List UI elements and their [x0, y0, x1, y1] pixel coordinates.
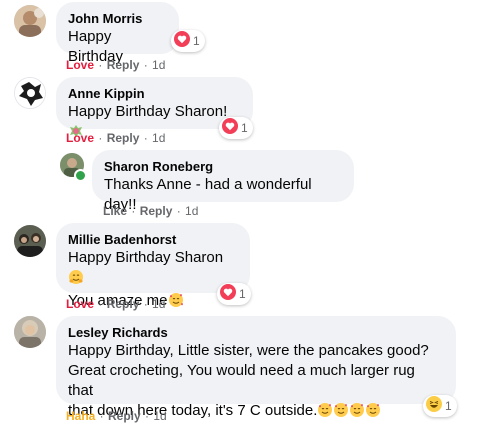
comment-bubble: John Morris Happy Birthday [56, 2, 179, 65]
avatar[interactable] [14, 225, 46, 257]
hugging-face-emoji [68, 269, 84, 291]
comment-text: Great crocheting, You would need a much … [68, 362, 415, 399]
comment-bubble: Sharon Roneberg Thanks Anne - had a wond… [92, 150, 354, 213]
comment-actions: Haha · Reply · 1d [66, 409, 167, 423]
smiling-face-with-hearts-emoji [365, 402, 381, 424]
love-action[interactable]: Love [66, 297, 94, 311]
avatar[interactable] [14, 77, 46, 109]
reaction-count: 1 [445, 399, 452, 413]
smiling-face-with-hearts-emoji [168, 292, 184, 314]
reaction-count: 1 [193, 34, 200, 48]
comment-bubble: Millie Badenhorst Happy Birthday Sharon … [56, 223, 250, 309]
smiling-face-with-hearts-emoji [333, 402, 349, 424]
timestamp[interactable]: 1d [152, 297, 165, 311]
love-action[interactable]: Love [66, 58, 94, 72]
love-action[interactable]: Love [66, 131, 94, 145]
reaction-summary[interactable]: 1 [171, 30, 205, 52]
reaction-summary[interactable]: 1 [219, 117, 253, 139]
reaction-count: 1 [239, 287, 246, 301]
avatar[interactable] [14, 316, 46, 348]
reply-link[interactable]: Reply [107, 131, 140, 145]
love-reaction-icon [220, 283, 236, 305]
comment-author[interactable]: Millie Badenhorst [68, 231, 238, 248]
timestamp[interactable]: 1d [152, 58, 165, 72]
avatar[interactable] [14, 5, 46, 37]
online-status-indicator [74, 169, 87, 182]
timestamp[interactable]: 1d [153, 409, 166, 423]
comment-actions: Love · Reply · 1d [66, 297, 166, 311]
comment-text-line: Happy Birthday Sharon [68, 248, 238, 291]
comment-author[interactable]: Sharon Roneberg [104, 158, 342, 175]
comment-actions: Love · Reply · 1d [66, 58, 166, 72]
reply-link[interactable]: Reply [107, 58, 140, 72]
comment-actions: Like · Reply · 1d [103, 204, 199, 218]
comment-text: Happy Birthday Sharon [68, 249, 224, 266]
comment-author[interactable]: Anne Kippin [68, 85, 241, 102]
love-reaction-icon [222, 117, 238, 139]
smiling-face-with-hearts-emoji [349, 402, 365, 424]
timestamp[interactable]: 1d [152, 131, 165, 145]
comment-author[interactable]: John Morris [68, 10, 167, 27]
reply-link[interactable]: Reply [108, 409, 141, 423]
haha-action[interactable]: Haha [66, 409, 95, 423]
love-reaction-icon [174, 30, 190, 52]
comment-actions: Love · Reply · 1d [66, 131, 166, 145]
comment-text: Happy Birthday Sharon! [68, 103, 228, 120]
comment-text: Happy Birthday, Little sister, were the … [68, 342, 429, 359]
reaction-count: 1 [241, 121, 248, 135]
reaction-summary[interactable]: 1 [423, 395, 457, 417]
reply-link[interactable]: Reply [140, 204, 173, 218]
reaction-summary[interactable]: 1 [217, 283, 251, 305]
reply-link[interactable]: Reply [107, 297, 140, 311]
haha-reaction-icon [426, 395, 442, 417]
comment-bubble: Lesley Richards Happy Birthday, Little s… [56, 316, 456, 419]
timestamp[interactable]: 1d [185, 204, 198, 218]
smiling-face-with-hearts-emoji [317, 402, 333, 424]
like-action[interactable]: Like [103, 204, 127, 218]
comment-author[interactable]: Lesley Richards [68, 324, 444, 341]
